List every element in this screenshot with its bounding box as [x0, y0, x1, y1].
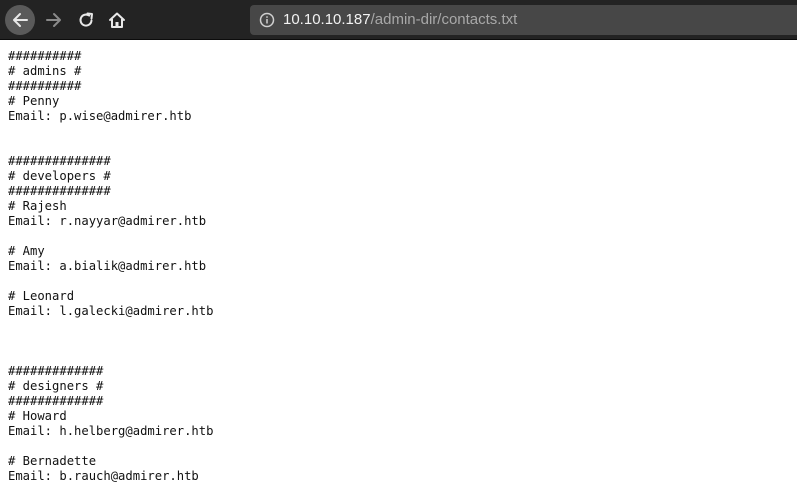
url-host: 10.10.10.187 [283, 11, 371, 28]
reload-icon [79, 12, 93, 27]
info-circle-icon[interactable] [259, 12, 275, 28]
address-bar[interactable]: 10.10.10.187/admin-dir/contacts.txt [250, 5, 797, 35]
home-icon [109, 12, 125, 28]
reload-button[interactable] [72, 6, 100, 34]
forward-button[interactable] [40, 6, 68, 34]
arrow-right-icon [46, 13, 61, 27]
plain-text-document: ########## # admins # ########## # Penny… [8, 49, 214, 483]
arrow-left-icon [13, 13, 28, 27]
url-path: /admin-dir/contacts.txt [370, 11, 518, 28]
home-button[interactable] [103, 6, 131, 34]
url-text[interactable]: 10.10.10.187/admin-dir/contacts.txt [283, 5, 517, 35]
browser-toolbar: 10.10.10.187/admin-dir/contacts.txt [0, 0, 797, 40]
back-button[interactable] [5, 5, 35, 35]
